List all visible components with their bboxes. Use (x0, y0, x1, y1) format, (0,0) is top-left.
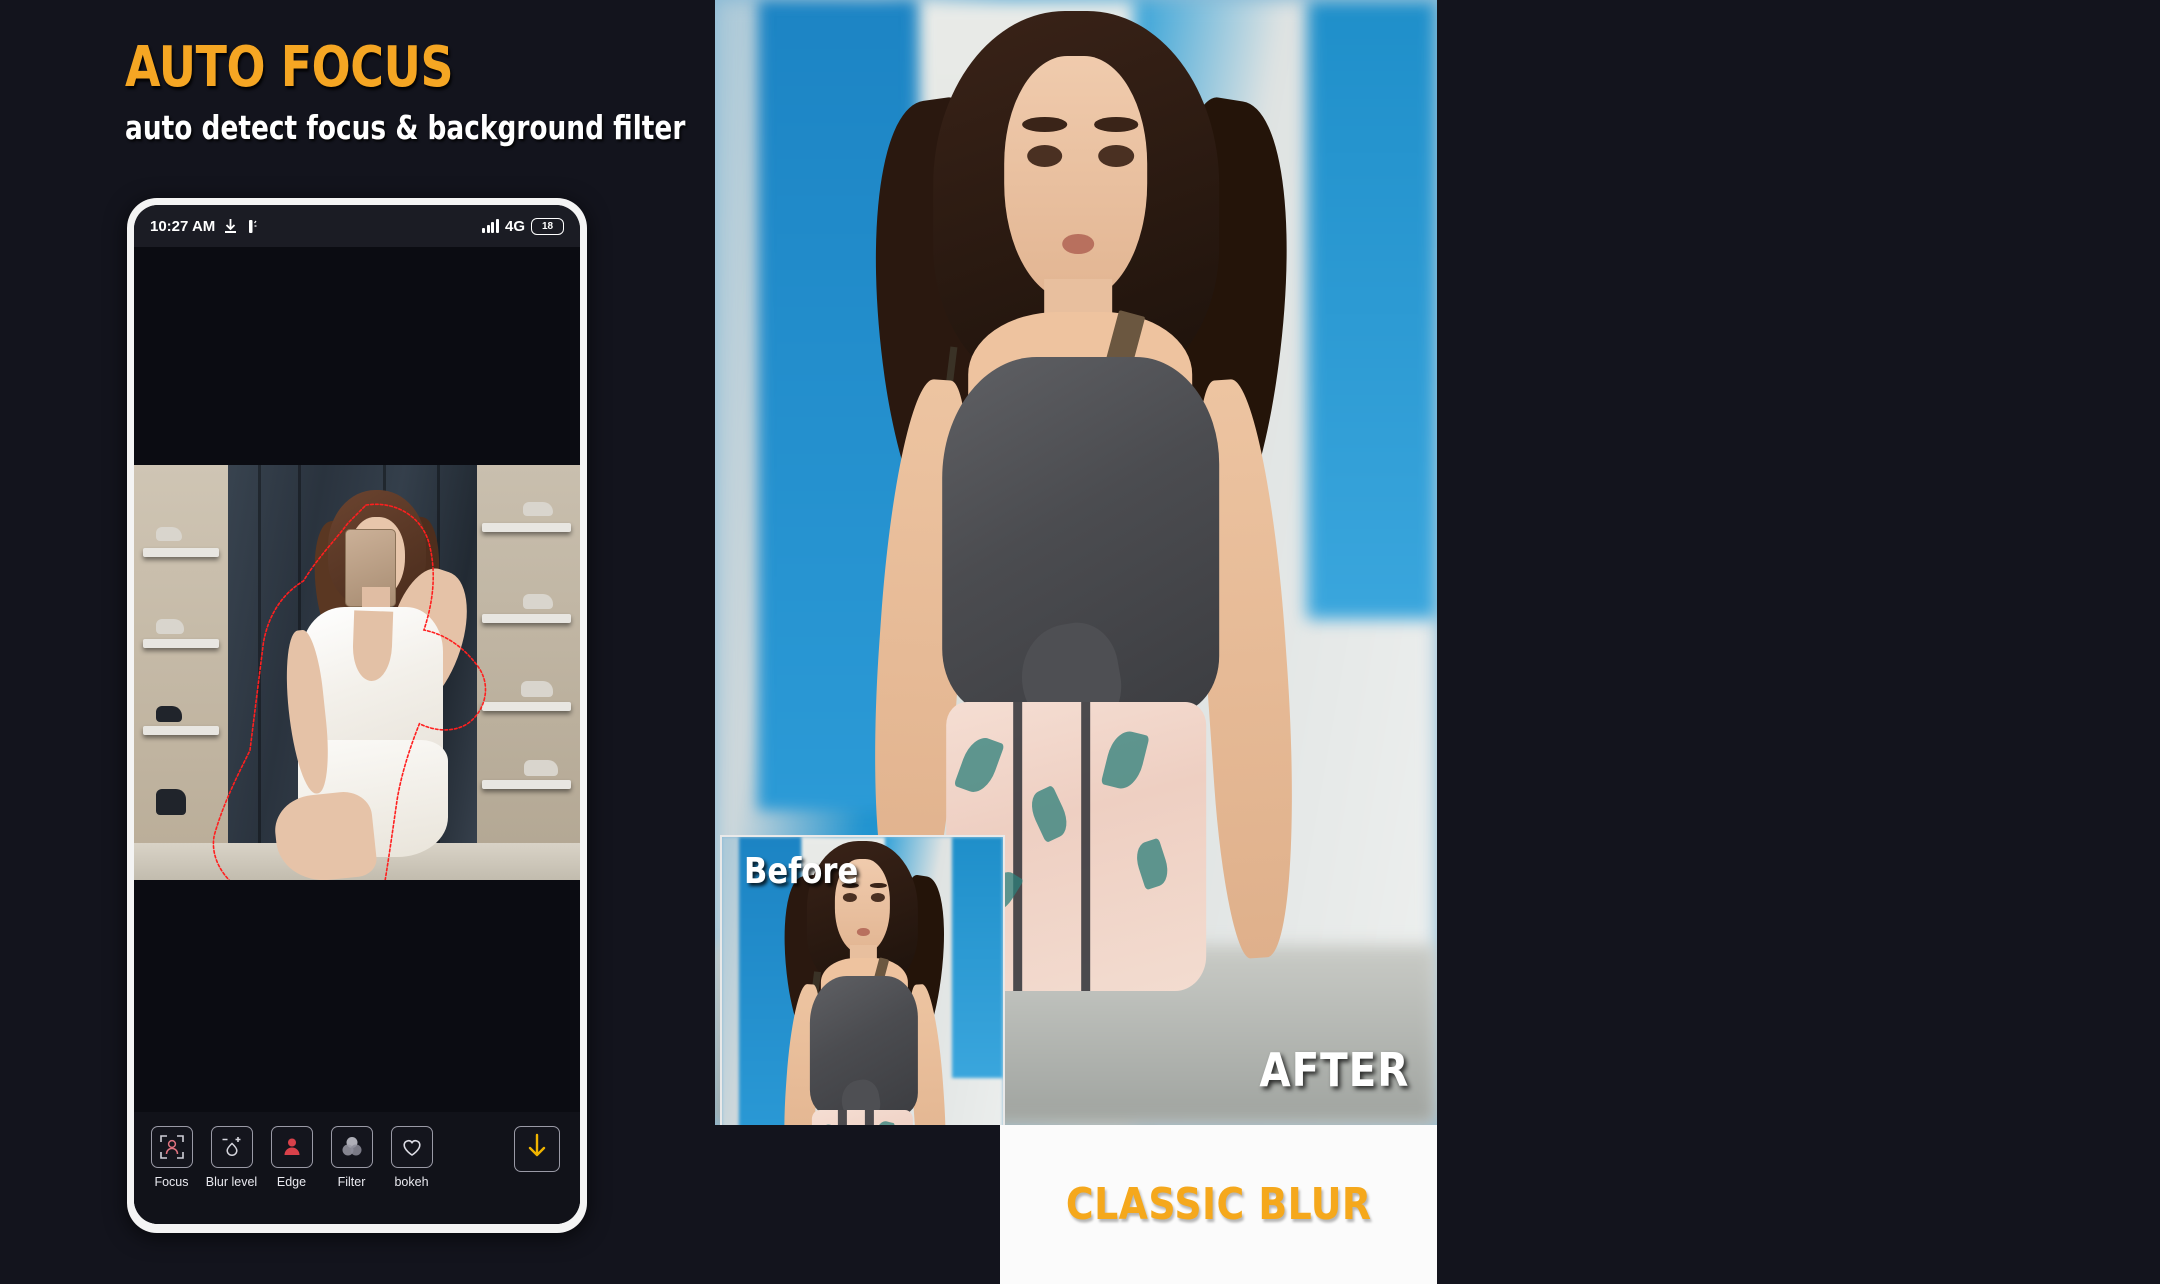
left-title: AUTO FOCUS (125, 35, 454, 100)
phone-screen-left: 10:27 AM 4G 18 Focus Blur level Edge Fil… (134, 205, 580, 1224)
phone-body-left: Focus Blur level Edge Filter bokeh (134, 247, 580, 1224)
caption-text: CLASSIC BLUR (1065, 1179, 1372, 1230)
tool-blur-level[interactable]: Blur level (205, 1126, 258, 1189)
download-icon (224, 218, 237, 234)
network-label: 4G (504, 217, 525, 235)
focus-portrait-icon (150, 1126, 193, 1168)
phone-mockup-left: 10:27 AM 4G 18 Focus Blur level Edge Fil… (127, 198, 587, 1233)
save-download-button[interactable] (514, 1126, 560, 1172)
status-bar-left: 10:27 AM 4G 18 (134, 205, 580, 247)
caption-strip: CLASSIC BLUR (1000, 1125, 1437, 1284)
panel-before-after: AFTER Before CLASSIC BLUR (715, 0, 1437, 1284)
tool-label: Edge (276, 1175, 307, 1189)
tool-list: Focus Blur level Edge Filter bokeh (148, 1126, 435, 1189)
edge-person-icon (270, 1126, 313, 1168)
boutique-scene (134, 465, 580, 880)
tool-label: Blur level (205, 1175, 258, 1189)
panel-manual-focus: MANUAL FOCUS draw & eraser focus area 10… (1437, 0, 2160, 1284)
tool-focus[interactable]: Focus (148, 1126, 195, 1189)
tool-edge[interactable]: Edge (268, 1126, 315, 1189)
subject-figure (268, 489, 482, 880)
before-label: Before (744, 851, 859, 892)
tool-filter[interactable]: Filter (328, 1126, 375, 1189)
poster-stage: AUTO FOCUS auto detect focus & backgroun… (0, 0, 2160, 1284)
mid-filler (715, 1125, 1000, 1284)
tool-label: Filter (337, 1175, 366, 1189)
signal-bars-icon (482, 219, 499, 233)
tool-label: Focus (154, 1175, 189, 1189)
after-label: AFTER (1259, 1043, 1409, 1097)
download-arrow-icon (525, 1133, 549, 1166)
left-subtitle: auto detect focus & background filter (125, 108, 686, 147)
panel-auto-focus: AUTO FOCUS auto detect focus & backgroun… (0, 0, 715, 1284)
blur-droplet-icon (210, 1126, 253, 1168)
tool-label: bokeh (394, 1175, 429, 1189)
tool-bokeh[interactable]: bokeh (388, 1126, 435, 1189)
photo-canvas-left[interactable] (134, 465, 580, 880)
edit-toolbar: Focus Blur level Edge Filter bokeh (134, 1112, 580, 1224)
heart-icon (390, 1126, 433, 1168)
status-time: 10:27 AM (150, 217, 216, 235)
battery-indicator: 18 (531, 217, 564, 235)
vibrate-icon (246, 219, 257, 234)
filter-circles-icon (330, 1126, 373, 1168)
